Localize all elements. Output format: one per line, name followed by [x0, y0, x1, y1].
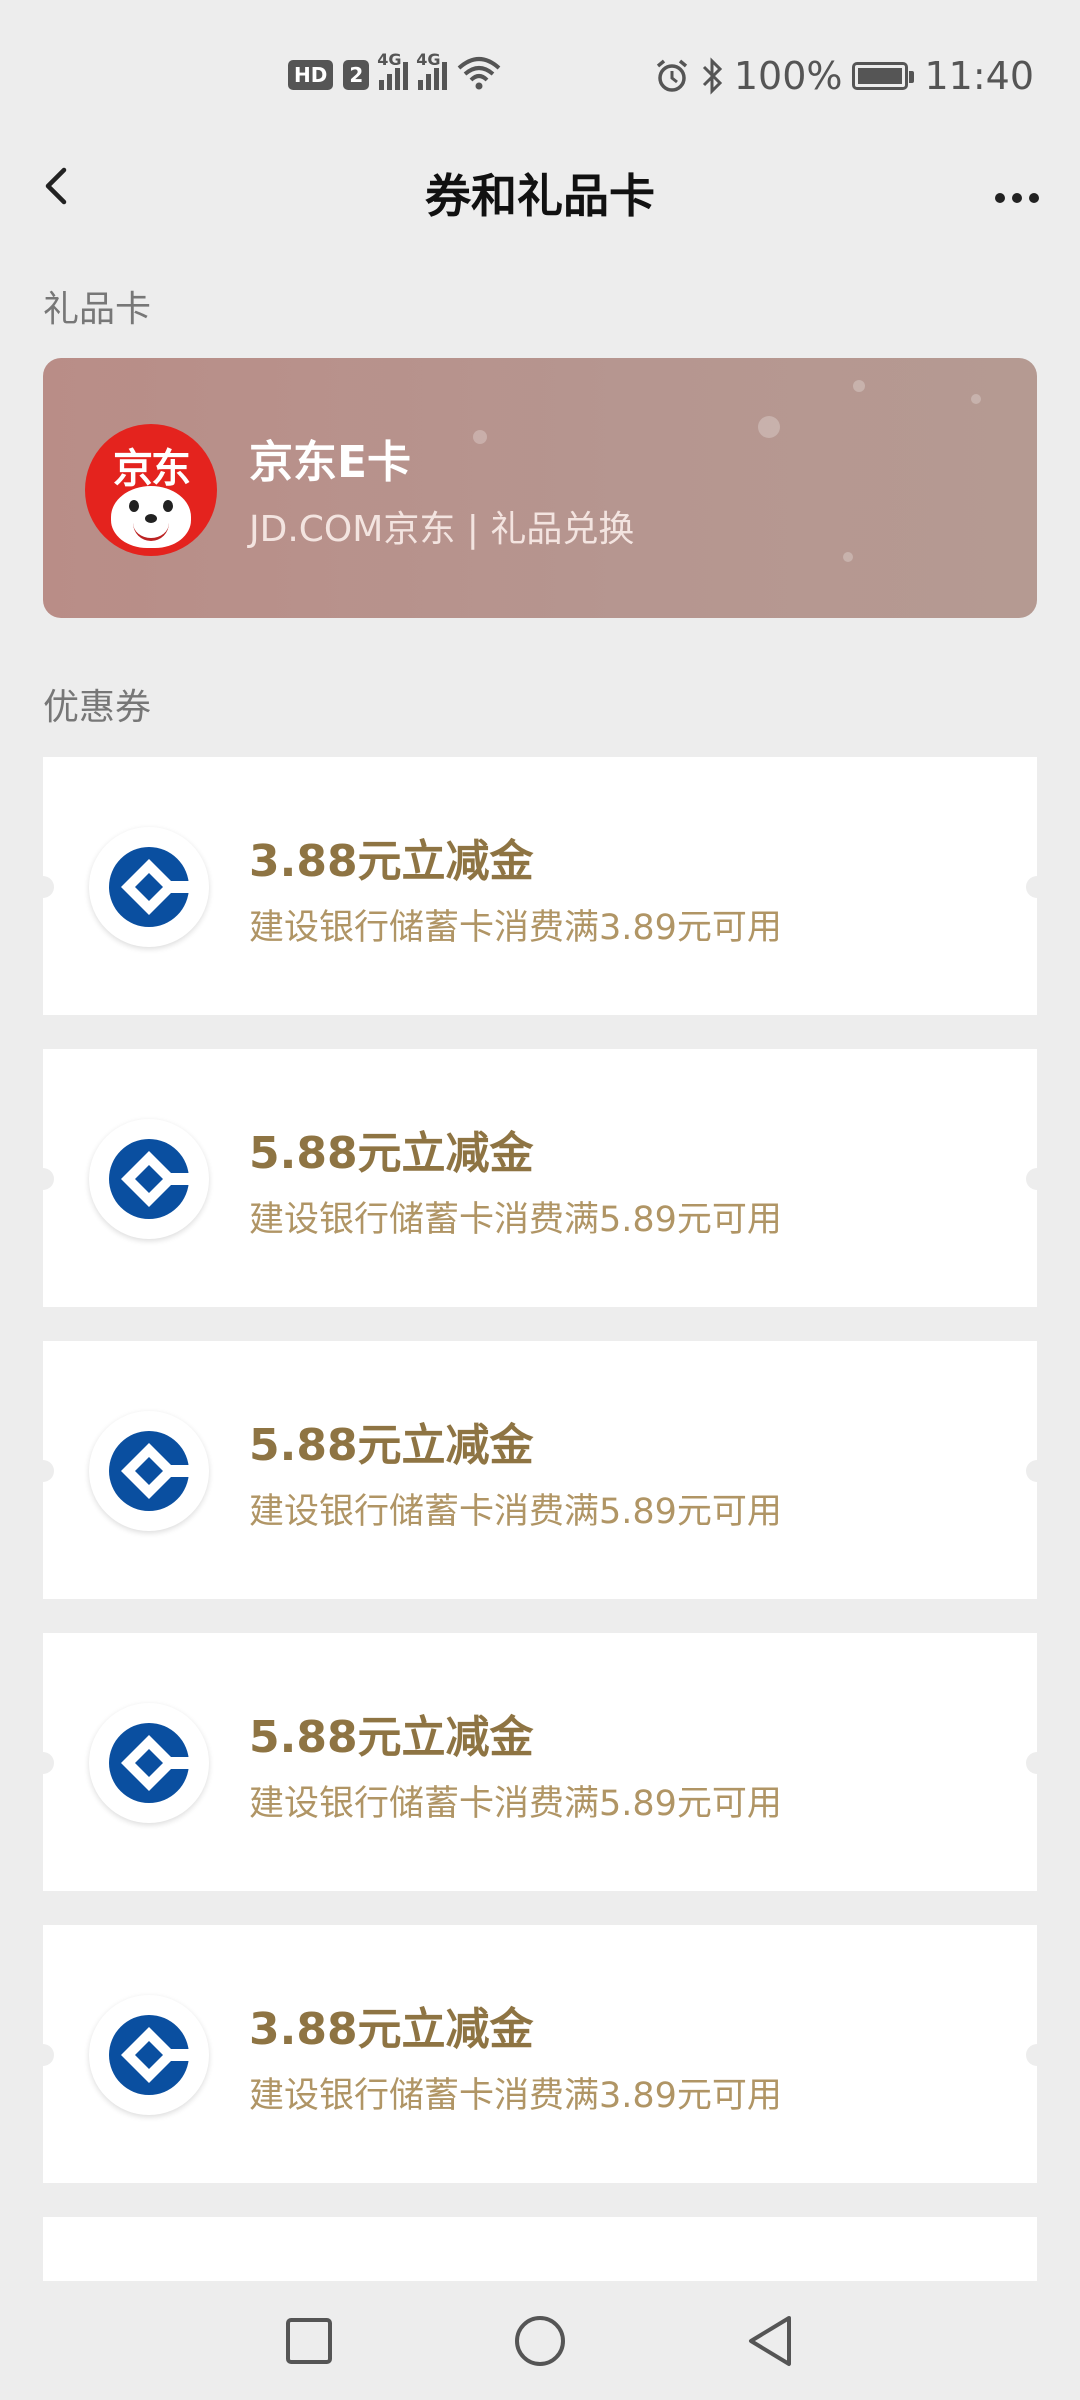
coupon-item[interactable]: 5.88元立减金 建设银行储蓄卡消费满5.89元可用: [32, 1633, 1048, 1891]
square-icon: [286, 2318, 332, 2364]
coupon-desc: 建设银行储蓄卡消费满5.89元可用: [249, 1200, 782, 1240]
coupon-title: 3.88元立减金: [249, 836, 534, 887]
ccb-logo-icon: [89, 1411, 209, 1531]
wifi-icon: [457, 57, 501, 90]
coupon-desc: 建设银行储蓄卡消费满3.89元可用: [249, 908, 782, 948]
section-label-coupons: 优惠券: [43, 687, 152, 728]
gift-card-subtitle: JD.COM京东 | 礼品兑换: [249, 509, 635, 550]
section-label-gift-cards: 礼品卡: [43, 289, 152, 330]
signal-icon: 4G: [377, 50, 409, 90]
coupon-desc: 建设银行储蓄卡消费满3.89元可用: [249, 2076, 782, 2116]
coupon-item[interactable]: 5.88元立减金 建设银行储蓄卡消费满5.89元可用: [32, 1341, 1048, 1599]
ccb-logo-icon: [89, 1703, 209, 1823]
nav-bar: 券和礼品卡: [0, 150, 1080, 230]
gift-card-title: 京东E卡: [249, 437, 412, 488]
coupon-desc: 建设银行储蓄卡消费满5.89元可用: [249, 1784, 782, 1824]
gift-card-jd[interactable]: 京东 京东E卡 JD.COM京东 | 礼品兑换: [43, 358, 1037, 618]
coupon-title: 3.88元立减金: [249, 2004, 534, 2055]
coupon-title: 5.88元立减金: [249, 1420, 534, 1471]
coupon-item[interactable]: 3.88元立减金 建设银行储蓄卡消费满3.89元可用: [32, 757, 1048, 1015]
ccb-logo-icon: [89, 1995, 209, 2115]
circle-icon: [515, 2316, 565, 2366]
decoration: [853, 380, 865, 392]
coupon-item[interactable]: 3.88元立减金 建设银行储蓄卡消费满3.89元可用: [32, 1925, 1048, 2183]
coupon-title: 5.88元立减金: [249, 1712, 534, 1763]
decoration: [758, 416, 780, 438]
coupon-desc: 建设银行储蓄卡消费满5.89元可用: [249, 1492, 782, 1532]
coupon-item-partial[interactable]: [43, 2217, 1037, 2281]
system-back-button[interactable]: [735, 2306, 805, 2376]
home-button[interactable]: [505, 2306, 575, 2376]
hd-badge: HD: [288, 60, 334, 90]
signal-icon: 4G: [416, 50, 448, 90]
status-bar: HD 2 4G 4G 100% 11:40: [0, 0, 1080, 150]
clock: 11:40: [924, 54, 1034, 98]
decoration: [473, 430, 487, 444]
page-title: 券和礼品卡: [425, 169, 655, 223]
ccb-logo-icon: [89, 827, 209, 947]
jd-logo-icon: 京东: [85, 424, 217, 556]
decoration: [843, 552, 853, 562]
decoration: [971, 394, 981, 404]
bluetooth-icon: [702, 57, 722, 95]
triangle-back-icon: [749, 2316, 791, 2366]
recent-apps-button[interactable]: [274, 2306, 344, 2376]
ccb-logo-icon: [89, 1119, 209, 1239]
coupon-title: 5.88元立减金: [249, 1128, 534, 1179]
more-button[interactable]: [982, 160, 1052, 220]
jd-dog-mascot: [111, 486, 191, 548]
system-nav-bar: [0, 2282, 1080, 2400]
battery-icon: [852, 62, 915, 90]
more-dots-icon: [995, 193, 1039, 203]
status-right: 100% 11:40: [654, 54, 1034, 98]
coupon-item[interactable]: 5.88元立减金 建设银行储蓄卡消费满5.89元可用: [32, 1049, 1048, 1307]
status-left: HD 2 4G 4G: [288, 50, 501, 90]
alarm-icon: [656, 59, 687, 92]
battery-percent: 100%: [733, 54, 843, 98]
sim-badge: 2: [343, 60, 370, 90]
